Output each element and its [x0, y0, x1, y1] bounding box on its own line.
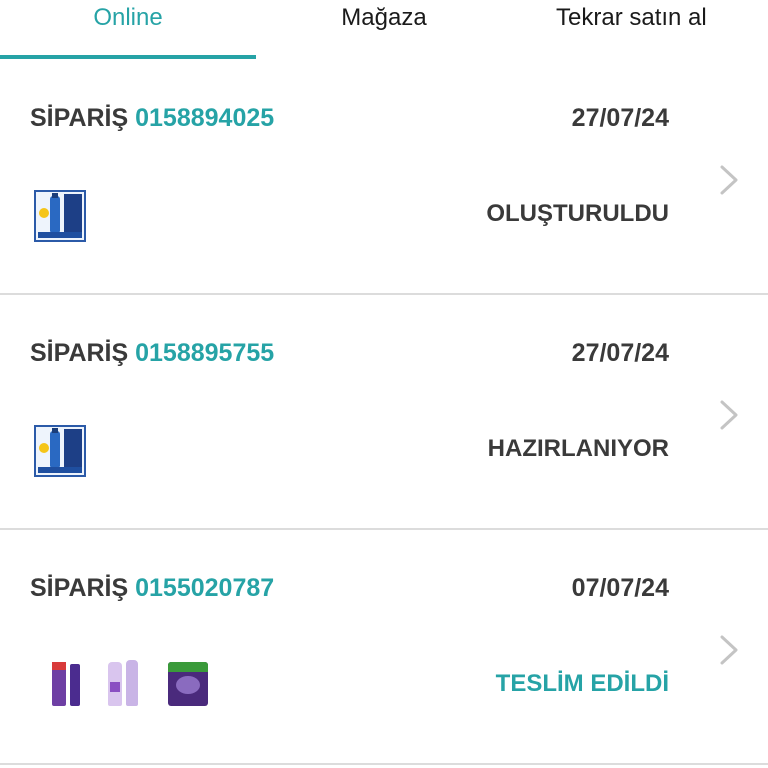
order-prefix: SİPARİŞ	[30, 104, 129, 132]
tab-online-label: Online	[93, 4, 163, 31]
active-tab-indicator	[0, 55, 256, 59]
order-number: 0155020787	[135, 574, 275, 602]
serum-product-icon	[46, 660, 86, 708]
order-title: SİPARİŞ 0155020787	[30, 574, 274, 603]
sunscreen-product-icon	[34, 425, 86, 477]
order-prefix: SİPARİŞ	[30, 339, 129, 367]
tab-buy-again[interactable]: Tekrar satın al	[512, 0, 768, 60]
sunscreen-product-icon	[34, 190, 86, 242]
chevron-right-icon[interactable]	[716, 633, 742, 667]
order-number: 0158895755	[135, 339, 275, 367]
shampoo-product-icon	[106, 660, 146, 708]
order-products	[34, 190, 86, 242]
order-date: 27/07/24	[571, 104, 669, 132]
tab-online[interactable]: Online	[0, 0, 256, 60]
order-row[interactable]: SİPARİŞ 0158895755 27/07/24 HAZIRLANIYOR	[0, 295, 768, 530]
order-number: 0158894025	[135, 104, 275, 132]
order-title: SİPARİŞ 0158895755	[30, 339, 274, 368]
order-products	[34, 425, 86, 477]
tab-store[interactable]: Mağaza	[256, 0, 512, 60]
order-products	[46, 660, 210, 712]
order-date: 27/07/24	[571, 339, 669, 367]
pad-pack-product-icon	[166, 660, 210, 708]
chevron-right-icon[interactable]	[716, 398, 742, 432]
chevron-right-icon[interactable]	[716, 163, 742, 197]
order-title: SİPARİŞ 0158894025	[30, 104, 274, 133]
tab-store-label: Mağaza	[341, 4, 427, 31]
order-row[interactable]: SİPARİŞ 0158894025 27/07/24 OLUŞTURULDU	[0, 60, 768, 295]
order-row[interactable]: SİPARİŞ 0155020787 07/07/24 TESLİM EDİLD…	[0, 530, 768, 765]
order-status: OLUŞTURULDU	[486, 200, 669, 227]
order-status: TESLİM EDİLDİ	[495, 670, 669, 697]
order-status: HAZIRLANIYOR	[487, 435, 669, 462]
order-date: 07/07/24	[571, 574, 669, 602]
order-prefix: SİPARİŞ	[30, 574, 129, 602]
tab-buy-again-label: Tekrar satın al	[556, 4, 707, 31]
tab-bar: Online Mağaza Tekrar satın al	[0, 0, 768, 60]
